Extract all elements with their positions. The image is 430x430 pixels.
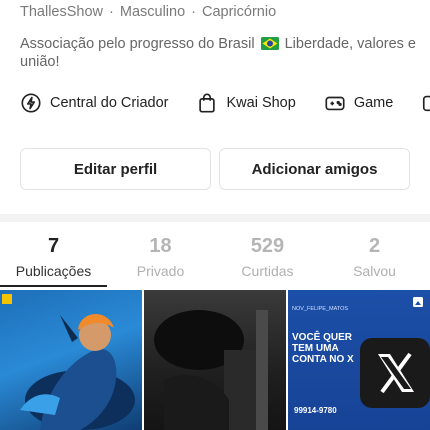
private-label: Privado xyxy=(136,263,185,279)
likes-count: 529 xyxy=(250,235,285,257)
creator-center-label: Central do Criador xyxy=(50,95,169,111)
add-friends-button[interactable]: Adicionar amigos xyxy=(219,148,410,190)
kwai-shop-link[interactable]: Kwai Shop xyxy=(196,92,296,114)
creator-center-link[interactable]: Central do Criador xyxy=(20,92,168,114)
character-artwork xyxy=(20,313,135,430)
gamepad-icon xyxy=(325,96,345,111)
post-thumbnail-1[interactable] xyxy=(0,290,142,430)
private-count: 18 xyxy=(149,235,172,257)
tab-publications[interactable]: 7 Publicações xyxy=(0,230,107,288)
posts-grid: NOV_FELIPE_MATOS VOCÊ QUER TEM UMA CONTA… xyxy=(0,290,430,430)
post-headline: VOCÊ QUER TEM UMA CONTA NO X xyxy=(292,332,354,365)
shopping-bag-icon xyxy=(199,93,216,113)
post-thumbnail-3[interactable]: NOV_FELIPE_MATOS VOCÊ QUER TEM UMA CONTA… xyxy=(288,290,430,430)
likes-label: Curtidas xyxy=(241,263,294,279)
lightning-icon xyxy=(21,93,41,113)
zodiac-sign: Capricórnio xyxy=(201,4,277,20)
dark-photo xyxy=(154,310,268,430)
pinned-icon xyxy=(2,294,12,304)
saved-label: Salvou xyxy=(353,263,396,279)
username: ThallesShow xyxy=(20,4,104,20)
publications-label: Publicações xyxy=(15,263,92,279)
kwai-shop-label: Kwai Shop xyxy=(226,95,296,111)
section-divider xyxy=(0,214,430,222)
post-handle: NOV_FELIPE_MATOS xyxy=(292,306,349,312)
saved-count: 2 xyxy=(368,235,381,257)
active-tab-indicator xyxy=(0,285,107,287)
profile-meta: ThallesShow · Masculino · Capricórnio xyxy=(20,4,277,20)
post-thumbnail-2[interactable] xyxy=(144,290,286,430)
partial-shortcut-icon xyxy=(423,95,430,112)
post-phone: 99914-9780 xyxy=(294,406,337,415)
publications-count: 7 xyxy=(47,235,60,257)
tab-private[interactable]: 18 Privado xyxy=(107,230,214,288)
edit-profile-button[interactable]: Editar perfil xyxy=(20,148,211,190)
creator-shortcuts: Central do Criador Kwai Shop Game xyxy=(20,90,430,116)
profile-bio: Associação pelo progresso do Brasil Libe… xyxy=(20,35,420,71)
more-shortcut-link[interactable] xyxy=(421,92,430,114)
game-label: Game xyxy=(353,95,394,111)
tab-likes[interactable]: 529 Curtidas xyxy=(214,230,321,288)
multi-image-icon xyxy=(413,297,423,307)
profile-tabs: 7 Publicações 18 Privado 529 Curtidas 2 … xyxy=(0,230,430,288)
x-logo-icon xyxy=(360,338,430,408)
gender: Masculino xyxy=(119,4,186,20)
game-link[interactable]: Game xyxy=(324,92,394,114)
tab-saved[interactable]: 2 Salvou xyxy=(321,230,428,288)
brazil-flag-icon xyxy=(260,37,279,50)
bio-text-start: Associação pelo progresso do Brasil xyxy=(20,36,255,52)
